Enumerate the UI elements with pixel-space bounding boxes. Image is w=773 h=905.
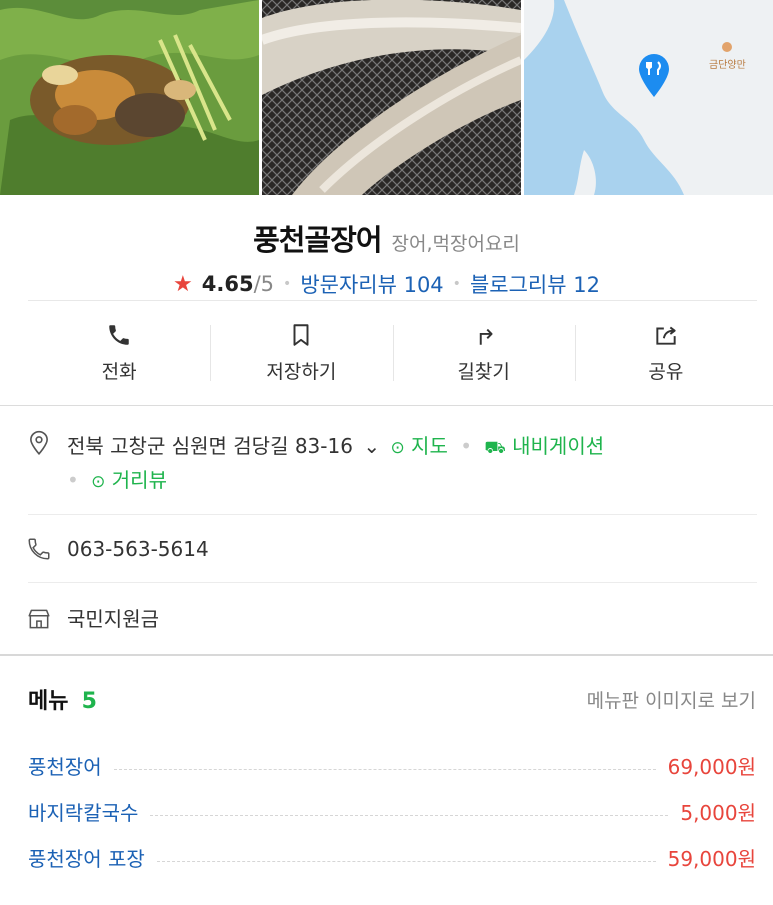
directions-button[interactable]: 길찾기 <box>392 301 575 405</box>
place-category: 장어,먹장어요리 <box>391 233 520 255</box>
navigation-link-label: 내비게이션 <box>512 434 605 458</box>
menu-item-price: 59,000원 <box>667 846 756 871</box>
navigation-link[interactable]: ⛟ 내비게이션 <box>484 434 604 458</box>
phone-number[interactable]: 063-563-5614 <box>67 533 209 565</box>
car-icon: ⛟ <box>484 438 506 458</box>
pin-outline-icon: ⊙ <box>91 472 106 492</box>
menu-item[interactable]: 풍천장어 69,000원 <box>0 742 773 788</box>
directions-icon <box>479 328 493 345</box>
map-poi-label: 금단양만 <box>709 60 746 71</box>
chevron-down-icon[interactable]: ⌄ <box>363 434 380 458</box>
map-thumbnail[interactable]: 금단양만 <box>524 0 773 195</box>
store-icon <box>28 609 50 628</box>
grill-photo-wrap[interactable] <box>262 0 521 195</box>
visitor-reviews-link[interactable]: 방문자리뷰 104 <box>300 269 443 299</box>
menu-header: 메뉴 5 메뉴판 이미지로 보기 <box>0 656 773 742</box>
photo-gallery[interactable]: 금단양만 <box>0 0 773 195</box>
menu-item-name: 바지락칼국수 <box>28 800 139 825</box>
place-header: 풍천골장어 장어,먹장어요리 ★ 4.65 /5 • 방문자리뷰 104 • 블… <box>0 195 773 300</box>
menu-item-price: 69,000원 <box>667 754 756 779</box>
place-name: 풍천골장어 <box>253 223 382 257</box>
bookmark-icon <box>293 324 309 346</box>
menu-item[interactable]: 풍천장어 포장 59,000원 <box>0 834 773 880</box>
leader-dots <box>113 768 656 770</box>
menu-title: 메뉴 <box>28 689 69 714</box>
food-photo-wrap[interactable] <box>0 0 259 195</box>
menu-count: 5 <box>81 689 97 714</box>
separator-dot: • <box>67 468 79 492</box>
save-label: 저장하기 <box>266 361 337 383</box>
share-icon <box>656 326 676 345</box>
action-bar: 전화 저장하기 길찾기 공유 <box>28 300 757 405</box>
address-text[interactable]: 전북 고창군 심원면 검당길 83-16 <box>67 434 353 458</box>
rating-score: 4.65 <box>201 272 254 296</box>
food-photo <box>0 0 259 195</box>
map-link-label: 지도 <box>411 434 448 458</box>
location-icon <box>30 430 48 456</box>
call-label: 전화 <box>101 361 137 383</box>
menu-item[interactable]: 바지락칼국수 5,000원 <box>0 788 773 834</box>
leader-dots <box>156 860 656 862</box>
directions-label: 길찾기 <box>457 361 510 383</box>
streetview-link[interactable]: ⊙ 거리뷰 <box>91 468 167 492</box>
map-pin-icon[interactable] <box>637 53 671 99</box>
leader-dots <box>150 814 669 816</box>
call-button[interactable]: 전화 <box>28 301 210 405</box>
map-link[interactable]: ⊙ 지도 <box>390 434 454 458</box>
share-label: 공유 <box>648 361 684 383</box>
address-row: 전북 고창군 심원면 검당길 83-16 ⌄ ⊙ 지도 • ⛟ 내비게이션 • … <box>0 406 773 514</box>
streetview-link-label: 거리뷰 <box>111 468 167 492</box>
separator-dot: • <box>460 434 473 458</box>
share-button[interactable]: 공유 <box>574 301 757 405</box>
menu-item-price: 5,000원 <box>680 800 756 825</box>
menu-image-view-link[interactable]: 메뉴판 이미지로 보기 <box>587 686 756 713</box>
menu-item-name: 풍천장어 포장 <box>28 846 145 871</box>
phone-outline-icon <box>28 537 50 560</box>
blog-reviews-link[interactable]: 블로그리뷰 12 <box>470 269 600 299</box>
rating-max: /5 <box>253 272 275 296</box>
grill-photo <box>262 0 521 195</box>
pin-outline-icon: ⊙ <box>390 438 405 458</box>
menu-item-name: 풍천장어 <box>28 754 102 779</box>
support-row: 국민지원금 <box>0 583 773 654</box>
support-text: 국민지원금 <box>67 606 159 631</box>
phone-icon <box>109 325 129 345</box>
separator-dot: • <box>283 276 292 292</box>
separator-dot: • <box>452 276 461 292</box>
star-icon: ★ <box>173 271 193 297</box>
phone-row[interactable]: 063-563-5614 <box>0 515 773 582</box>
save-button[interactable]: 저장하기 <box>210 301 392 405</box>
